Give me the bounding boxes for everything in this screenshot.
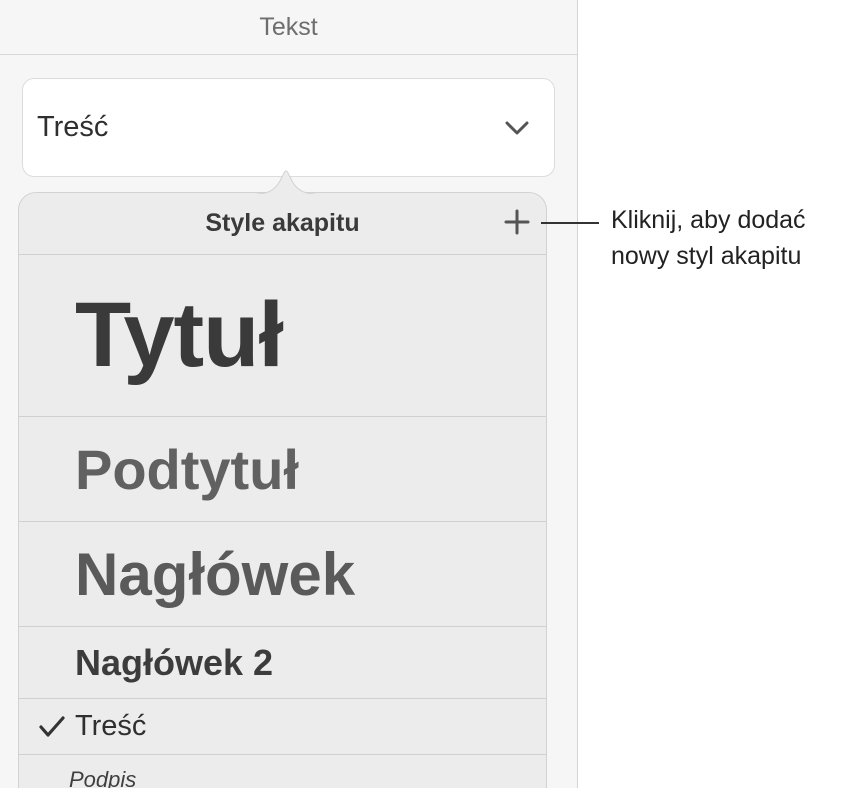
style-item-title[interactable]: Tytuł [19,255,546,417]
paragraph-styles-popover: Style akapitu Tytuł Podtytuł Nagłówek Na… [18,170,547,788]
format-sidebar: Tekst Treść Style akapitu Tytuł Podtytuł… [0,0,578,788]
popover-arrow [257,170,315,195]
paragraph-style-list: Tytuł Podtytuł Nagłówek Nagłówek 2 Treść… [19,255,546,788]
chevron-down-icon [502,113,532,143]
style-item-caption[interactable]: Podpis [19,755,546,788]
plus-icon [504,209,530,235]
checkmark-icon [39,714,69,740]
style-item-label: Podpis [69,767,137,788]
style-item-body[interactable]: Treść [19,699,546,755]
sidebar-header: Tekst [0,0,577,55]
style-item-heading-2[interactable]: Nagłówek 2 [19,627,546,699]
sidebar-tab-text[interactable]: Tekst [259,13,317,42]
style-item-label: Tytuł [75,284,284,386]
style-item-label: Podtytuł [75,437,299,501]
style-item-label: Treść [75,710,147,742]
popover-title: Style akapitu [205,209,360,237]
paragraph-style-current-value: Treść [37,111,109,143]
callout-line-2: nowy styl akapitu [611,242,802,270]
style-item-label: Nagłówek 2 [75,641,274,683]
popover-header: Style akapitu [19,193,546,255]
style-item-subtitle[interactable]: Podtytuł [19,417,546,522]
callout-leader-line [541,222,599,224]
add-paragraph-style-button[interactable] [500,205,534,239]
style-item-heading[interactable]: Nagłówek [19,522,546,627]
callout-annotation: Kliknij, aby dodać nowy styl akapitu [611,202,849,274]
style-item-label: Nagłówek [75,540,356,608]
callout-line-1: Kliknij, aby dodać [611,206,806,234]
paragraph-style-dropdown[interactable]: Treść [22,78,555,177]
